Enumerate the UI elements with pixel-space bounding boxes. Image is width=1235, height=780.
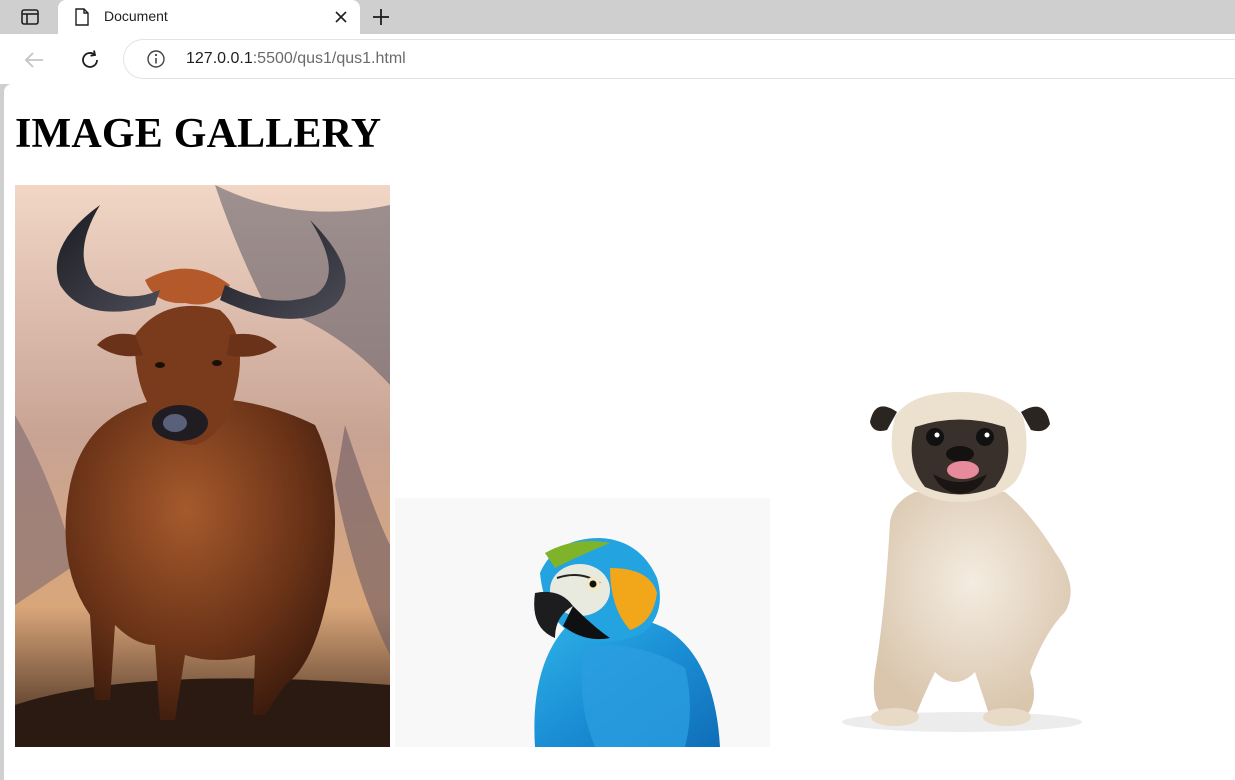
tab-actions-icon xyxy=(21,9,39,25)
reload-button[interactable] xyxy=(76,46,104,74)
tab-document[interactable]: Document xyxy=(58,0,360,34)
back-button[interactable] xyxy=(20,46,48,74)
browser-toolbar: 127.0.0.1:5500/qus1/qus1.html xyxy=(0,34,1235,84)
tab-title: Document xyxy=(104,8,168,24)
url-host: 127.0.0.1 xyxy=(186,50,253,67)
tab-strip: Document xyxy=(0,0,1235,34)
url-text[interactable]: 127.0.0.1:5500/qus1/qus1.html xyxy=(186,50,406,68)
parrot-image xyxy=(395,498,770,747)
pug-image xyxy=(775,372,1150,747)
page-title: IMAGE GALLERY xyxy=(15,111,382,157)
close-icon xyxy=(335,11,347,23)
new-tab-button[interactable] xyxy=(368,4,394,30)
document-icon xyxy=(75,8,89,26)
address-bar[interactable]: 127.0.0.1:5500/qus1/qus1.html xyxy=(124,40,1235,78)
page-viewport: IMAGE GALLERY xyxy=(4,84,1235,780)
close-tab-button[interactable] xyxy=(330,6,352,28)
tab-actions-button[interactable] xyxy=(10,4,50,30)
info-icon[interactable] xyxy=(146,49,166,69)
plus-icon xyxy=(373,9,389,25)
url-path: :5500/qus1/qus1.html xyxy=(252,50,406,67)
back-arrow-icon xyxy=(24,52,43,68)
bull-image xyxy=(15,185,390,747)
reload-icon xyxy=(82,50,98,68)
